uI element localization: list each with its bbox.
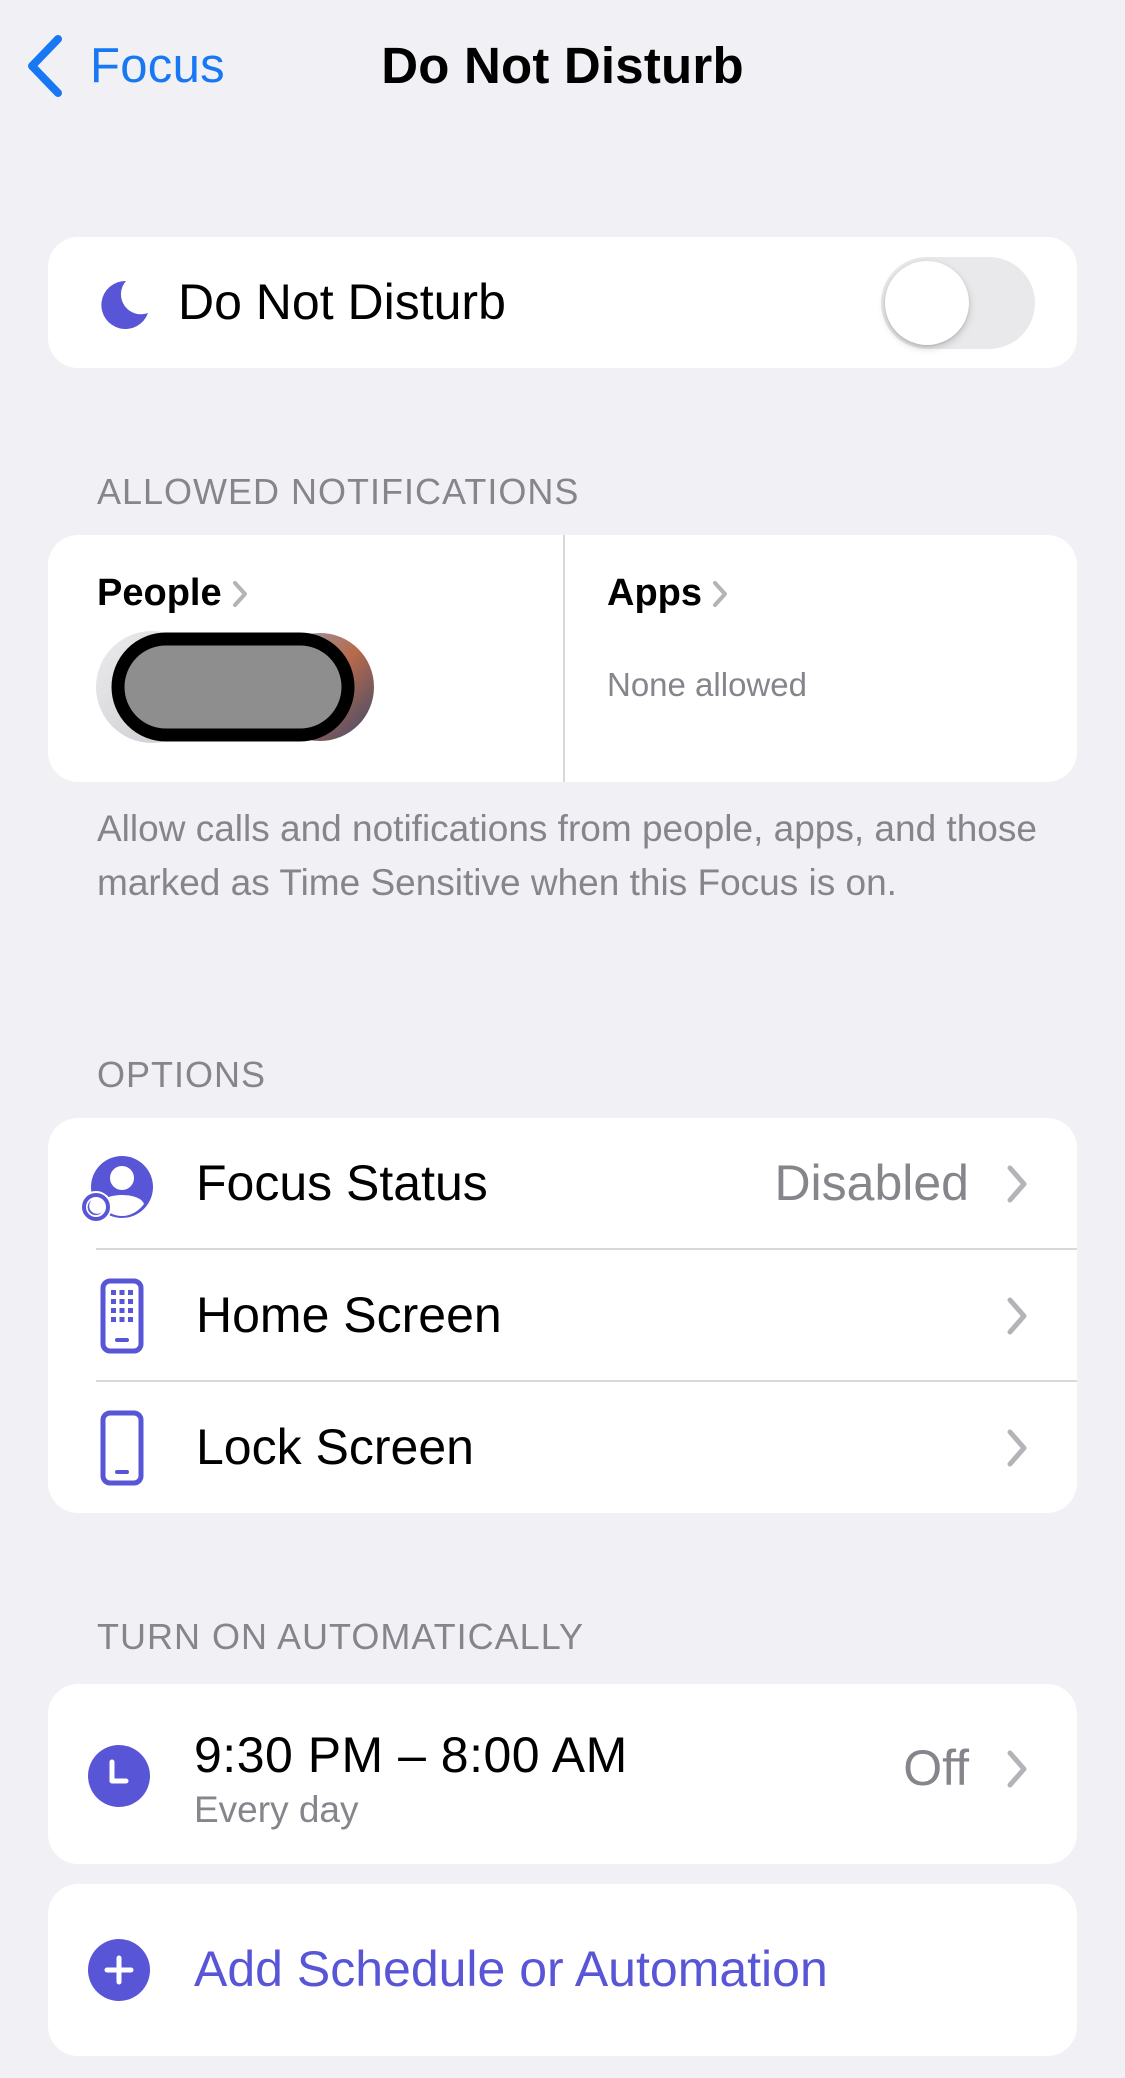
clock-icon xyxy=(88,1745,150,1807)
schedule-status: Off xyxy=(903,1740,969,1796)
apps-label: Apps xyxy=(607,572,702,614)
people-avatars xyxy=(96,631,374,743)
home-screen-row[interactable]: Home Screen xyxy=(48,1250,1077,1382)
chevron-right-icon xyxy=(713,580,727,607)
chevron-right-icon xyxy=(232,580,247,607)
schedule-repeat: Every day xyxy=(194,1789,359,1830)
apps-title: Apps xyxy=(607,572,728,615)
chevron-right-icon xyxy=(1007,1429,1027,1467)
lock-screen-label: Lock Screen xyxy=(196,1419,474,1475)
page-title: Do Not Disturb xyxy=(381,37,744,94)
add-schedule-button[interactable]: Add Schedule or Automation xyxy=(48,1884,1077,2056)
plus-circle-icon xyxy=(88,1939,150,2001)
chevron-right-icon xyxy=(1007,1297,1027,1335)
section-header-allowed-notifications: ALLOWED NOTIFICATIONS xyxy=(97,471,580,512)
add-schedule-label: Add Schedule or Automation xyxy=(194,1941,828,1997)
lock-screen-icon xyxy=(100,1410,144,1486)
schedule-row[interactable]: 9:30 PM – 8:00 AM Every day Off xyxy=(48,1684,1077,1864)
moon-icon xyxy=(101,280,148,329)
focus-status-value: Disabled xyxy=(774,1155,969,1211)
focus-toggle-switch[interactable] xyxy=(881,257,1035,349)
chevron-right-icon xyxy=(1007,1165,1027,1203)
section-header-automation: TURN ON AUTOMATICALLY xyxy=(97,1616,585,1657)
apps-button[interactable]: Apps None allowed xyxy=(563,535,1077,782)
section-header-options: OPTIONS xyxy=(97,1054,267,1095)
home-screen-label: Home Screen xyxy=(196,1287,502,1343)
people-label: People xyxy=(97,572,222,614)
allowed-notifications-footnote: Allow calls and notifications from peopl… xyxy=(97,808,1037,903)
schedule-time: 9:30 PM – 8:00 AM xyxy=(194,1727,628,1783)
focus-toggle-card: Do Not Disturb xyxy=(48,237,1077,368)
people-button[interactable]: People xyxy=(48,535,563,782)
allowed-notifications-card: People Apps None allowed xyxy=(48,535,1077,782)
focus-status-label: Focus Status xyxy=(196,1155,488,1211)
lock-screen-row[interactable]: Lock Screen xyxy=(48,1382,1077,1514)
chevron-right-icon xyxy=(1007,1750,1027,1788)
focus-toggle-label: Do Not Disturb xyxy=(178,274,506,330)
focus-status-icon xyxy=(80,1156,153,1223)
people-title: People xyxy=(97,572,248,615)
apps-value: None allowed xyxy=(607,666,807,703)
home-screen-icon xyxy=(100,1278,144,1354)
focus-status-row[interactable]: Focus Status Disabled xyxy=(48,1118,1077,1250)
options-card: Focus Status Disabled Home Screen Lock S… xyxy=(48,1118,1077,1513)
toggle-knob xyxy=(885,261,969,345)
